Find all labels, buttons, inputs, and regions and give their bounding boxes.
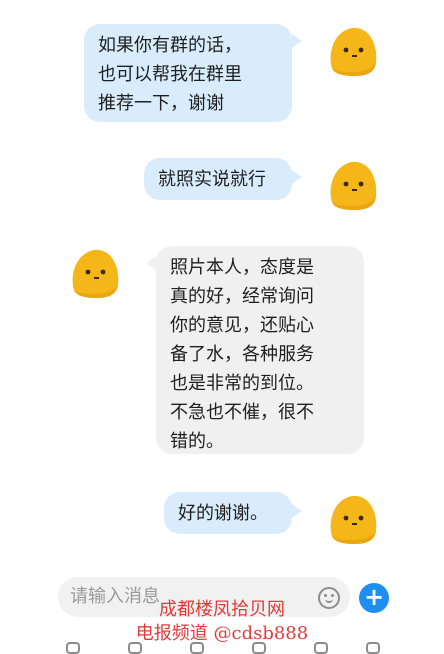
toolbar-icon[interactable] [190,642,204,654]
toolbar-icon[interactable] [252,642,266,654]
message-input-bar: 请输入消息 + [0,568,444,650]
message-bubble-incoming[interactable]: 照片本人，态度是 真的好，经常询问 你的意见，还贴心 备了水，各种服务 也是非常… [156,246,364,454]
emoji-icon[interactable] [318,587,340,609]
message-bubble-outgoing[interactable]: 好的谢谢。 [164,492,292,534]
toolbar-icon[interactable] [366,642,380,654]
message-line: 照片本人，态度是 [170,257,314,278]
avatar-icon[interactable] [324,22,380,78]
message-line: 就照实说就行 [158,169,266,190]
message-line: 错的。 [170,431,224,452]
bubble-tail [146,256,156,270]
message-line: 也可以帮我在群里 [98,64,242,85]
message-line: 推荐一下，谢谢 [98,93,224,114]
bubble-tail [292,504,302,518]
chat-area: 如果你有群的话， 也可以帮我在群里 推荐一下，谢谢 就照实说就行 照片本人，态度… [0,0,444,560]
avatar-icon[interactable] [324,156,380,212]
message-input[interactable]: 请输入消息 [58,577,350,617]
bubble-tail [292,170,302,184]
message-line: 真的好，经常询问 [170,286,314,307]
message-line: 如果你有群的话， [98,35,242,56]
message-bubble-outgoing[interactable]: 如果你有群的话， 也可以帮我在群里 推荐一下，谢谢 [84,24,292,122]
message-line: 不急也不催，很不 [170,402,314,423]
emoji-mouth [325,597,333,603]
toolbar-icon[interactable] [128,642,142,654]
message-line: 也是非常的到位。 [170,373,314,394]
plus-icon[interactable]: + [359,583,389,613]
message-input-placeholder: 请输入消息 [70,586,160,607]
message-line: 好的谢谢。 [178,503,268,524]
bottom-toolbar [0,640,444,654]
bubble-tail [292,34,302,48]
toolbar-icon[interactable] [66,642,80,654]
message-line: 备了水，各种服务 [170,344,314,365]
message-line: 你的意见，还贴心 [170,315,314,336]
toolbar-icon[interactable] [314,642,328,654]
message-bubble-outgoing[interactable]: 就照实说就行 [144,158,292,200]
avatar-icon[interactable] [66,244,122,300]
avatar-icon[interactable] [324,490,380,546]
